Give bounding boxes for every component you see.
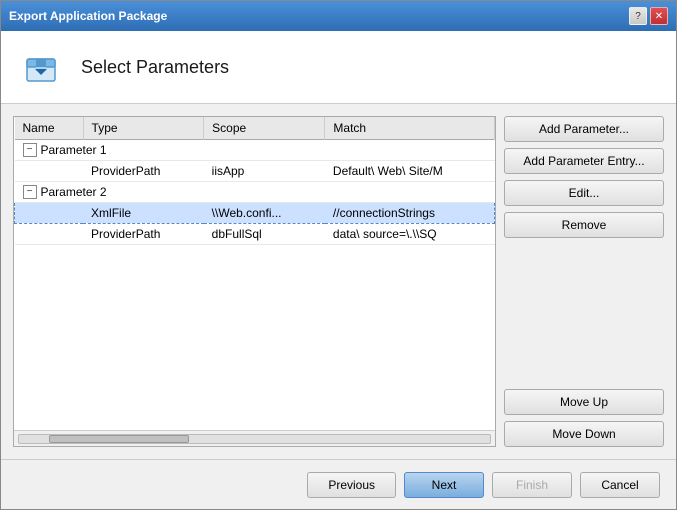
table-scroll[interactable]: Name Type Scope Match −Parameter 1Provid…: [14, 117, 495, 430]
next-button[interactable]: Next: [404, 472, 484, 498]
cell-match: data\ source=\.\\SQ: [325, 224, 495, 245]
table-group-row[interactable]: −Parameter 1: [15, 140, 495, 161]
content-area: Name Type Scope Match −Parameter 1Provid…: [1, 104, 676, 459]
help-button[interactable]: ?: [629, 7, 647, 25]
expand-icon[interactable]: −: [23, 185, 37, 199]
horizontal-scrollbar[interactable]: [14, 430, 495, 446]
move-down-button[interactable]: Move Down: [504, 421, 664, 447]
params-table-container: Name Type Scope Match −Parameter 1Provid…: [13, 116, 496, 447]
action-buttons: Add Parameter... Add Parameter Entry... …: [504, 116, 664, 447]
col-type: Type: [83, 117, 204, 140]
remove-button[interactable]: Remove: [504, 212, 664, 238]
dialog: Export Application Package ? ✕ Select Pa…: [0, 0, 677, 510]
cell-name: [15, 224, 84, 245]
page-title: Select Parameters: [81, 57, 229, 78]
cell-scope: iisApp: [204, 161, 325, 182]
move-up-button[interactable]: Move Up: [504, 389, 664, 415]
scrollbar-track[interactable]: [18, 434, 491, 444]
dialog-title: Export Application Package: [9, 9, 167, 23]
expand-icon[interactable]: −: [23, 143, 37, 157]
edit-button[interactable]: Edit...: [504, 180, 664, 206]
title-bar-controls: ? ✕: [629, 7, 668, 25]
header-icon: [17, 43, 65, 91]
bottom-bar: Previous Next Finish Cancel: [1, 459, 676, 509]
scrollbar-thumb[interactable]: [49, 435, 189, 443]
cell-type: ProviderPath: [83, 224, 204, 245]
table-row[interactable]: ProviderPathiisAppDefault\ Web\ Site/M: [15, 161, 495, 182]
title-bar: Export Application Package ? ✕: [1, 1, 676, 31]
table-group-row[interactable]: −Parameter 2: [15, 182, 495, 203]
cell-type: XmlFile: [83, 203, 204, 224]
add-parameter-entry-button[interactable]: Add Parameter Entry...: [504, 148, 664, 174]
cancel-button[interactable]: Cancel: [580, 472, 660, 498]
cell-scope: \\Web.confi...: [204, 203, 325, 224]
add-parameter-button[interactable]: Add Parameter...: [504, 116, 664, 142]
cell-type: ProviderPath: [83, 161, 204, 182]
cell-name: [15, 161, 84, 182]
header-section: Select Parameters: [1, 31, 676, 104]
cell-match: //connectionStrings: [325, 203, 495, 224]
previous-button[interactable]: Previous: [307, 472, 396, 498]
finish-button[interactable]: Finish: [492, 472, 572, 498]
table-row[interactable]: ProviderPathdbFullSqldata\ source=\.\\SQ: [15, 224, 495, 245]
col-name: Name: [15, 117, 84, 140]
group-name: Parameter 1: [41, 143, 107, 157]
params-table: Name Type Scope Match −Parameter 1Provid…: [14, 117, 495, 245]
col-match: Match: [325, 117, 495, 140]
table-row[interactable]: XmlFile\\Web.confi...//connectionStrings: [15, 203, 495, 224]
cell-name: [15, 203, 84, 224]
cell-match: Default\ Web\ Site/M: [325, 161, 495, 182]
cell-scope: dbFullSql: [204, 224, 325, 245]
col-scope: Scope: [204, 117, 325, 140]
group-name: Parameter 2: [41, 185, 107, 199]
close-button[interactable]: ✕: [650, 7, 668, 25]
